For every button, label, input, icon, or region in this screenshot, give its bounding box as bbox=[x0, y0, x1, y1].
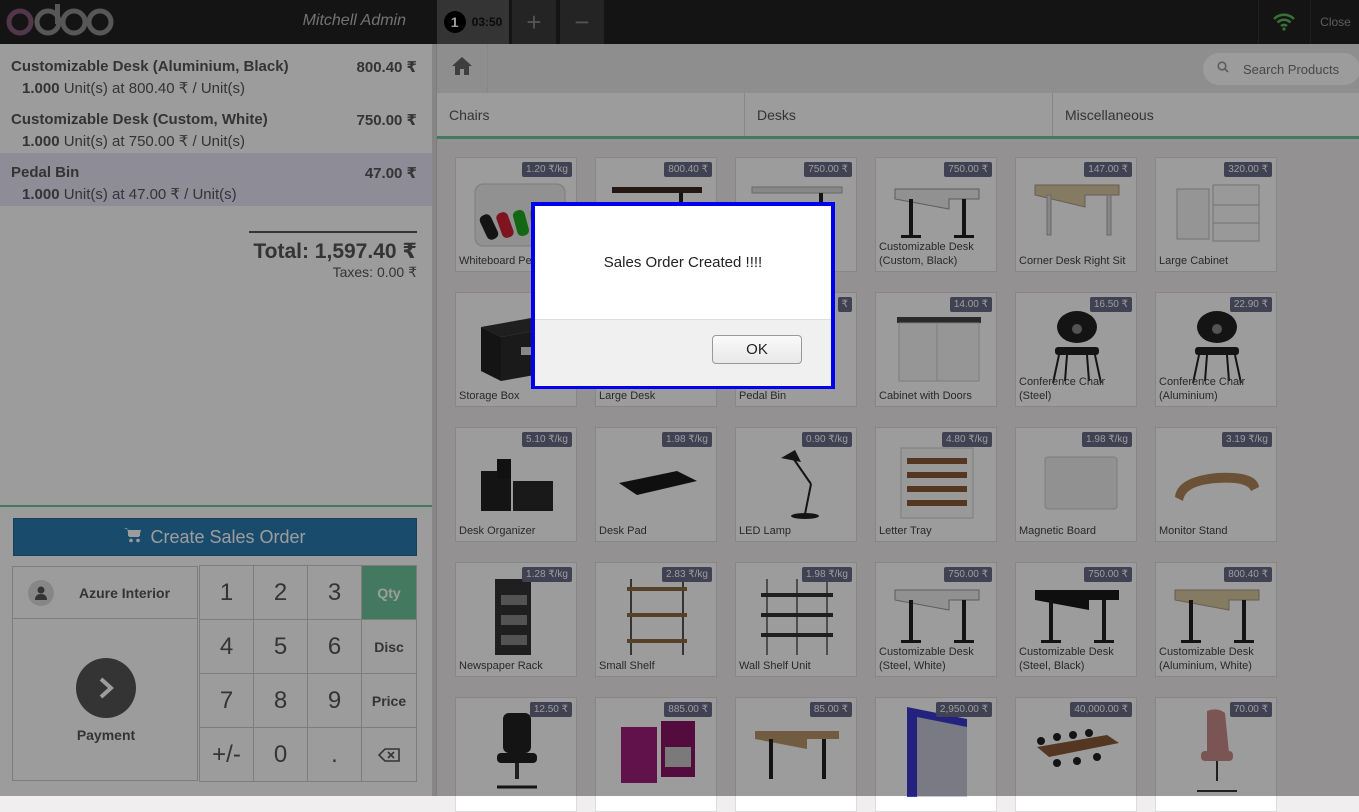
modal-backdrop bbox=[0, 0, 1359, 796]
dialog-message: Sales Order Created !!!! bbox=[603, 254, 763, 271]
dialog-footer: OK bbox=[535, 319, 831, 386]
sales-order-dialog: Sales Order Created !!!! OK bbox=[531, 202, 835, 389]
ok-button[interactable]: OK bbox=[712, 335, 802, 364]
